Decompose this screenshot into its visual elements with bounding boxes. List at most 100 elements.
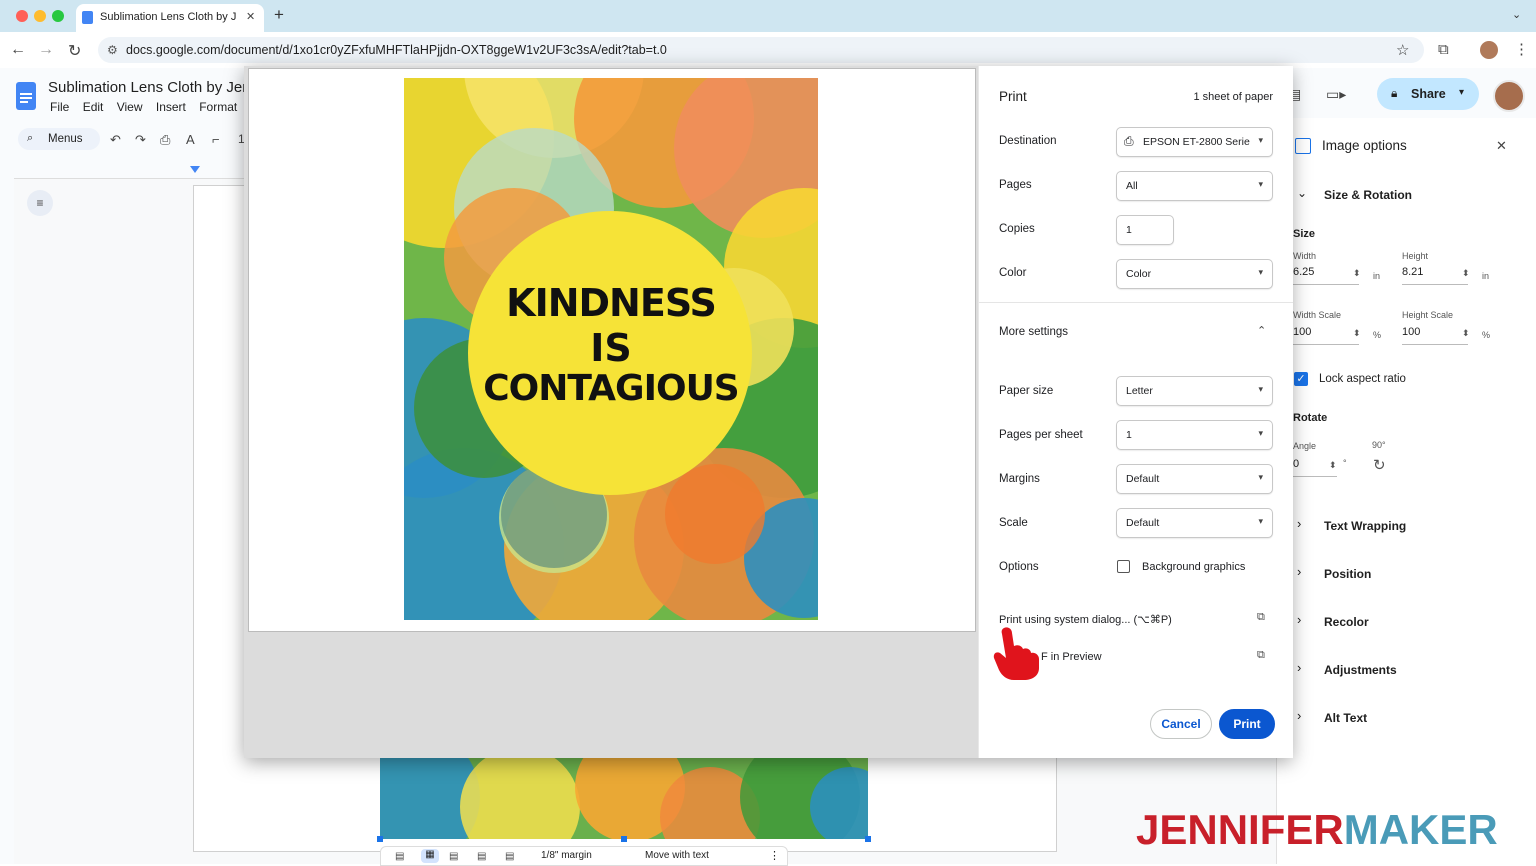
open-external-icon[interactable]: ⧉ <box>1257 611 1265 624</box>
menus-search[interactable]: ⌕ Menus <box>18 128 100 150</box>
position-dropdown[interactable]: Move with text <box>645 850 709 861</box>
height-scale-stepper-icon[interactable]: ⬍ <box>1462 328 1470 339</box>
browser-tab[interactable]: Sublimation Lens Cloth by Je ✕ <box>76 4 264 32</box>
minimize-window-button[interactable] <box>34 10 46 22</box>
copies-input[interactable]: 1 <box>1116 215 1174 245</box>
height-scale-input[interactable]: 100 <box>1402 326 1468 345</box>
spellcheck-icon[interactable]: A <box>186 132 195 147</box>
width-input[interactable]: 6.25 <box>1293 266 1359 285</box>
print-title: Print <box>999 89 1027 104</box>
site-info-icon[interactable]: ⚙ <box>107 43 118 57</box>
share-dropdown-icon[interactable]: ▾ <box>1459 87 1464 98</box>
break-text-icon[interactable]: ▤ <box>449 851 458 862</box>
chevron-right-icon[interactable]: › <box>1297 564 1301 579</box>
menu-format[interactable]: Format <box>199 100 237 114</box>
dropdown-caret-icon: ▾ <box>1258 384 1263 394</box>
bookmark-star-icon[interactable]: ☆ <box>1396 41 1409 59</box>
close-panel-icon[interactable]: ✕ <box>1496 138 1507 154</box>
menu-insert[interactable]: Insert <box>156 100 186 114</box>
dropdown-caret-icon: ▾ <box>1258 516 1263 526</box>
open-pdf-preview-link[interactable]: F in Preview <box>1041 651 1102 663</box>
tab-search-chevron-icon[interactable]: ⌄ <box>1512 8 1521 21</box>
section-position[interactable]: Position <box>1324 567 1371 581</box>
inline-icon[interactable]: ▤ <box>395 851 404 862</box>
width-scale-stepper-icon[interactable]: ⬍ <box>1353 328 1361 339</box>
height-stepper-icon[interactable]: ⬍ <box>1462 268 1470 279</box>
resize-handle[interactable] <box>377 836 383 842</box>
behind-text-icon[interactable]: ▤ <box>477 851 486 862</box>
maximize-window-button[interactable] <box>52 10 64 22</box>
extensions-puzzle-icon[interactable]: ⧉ <box>1438 41 1449 58</box>
wrap-text-icon[interactable]: ▦ <box>421 849 439 863</box>
chevron-right-icon[interactable]: › <box>1297 612 1301 627</box>
width-scale-input[interactable]: 100 <box>1293 326 1359 345</box>
open-external-icon[interactable]: ⧉ <box>1257 649 1265 662</box>
docs-logo-icon[interactable] <box>16 82 36 110</box>
angle-stepper-icon[interactable]: ⬍ <box>1329 460 1337 471</box>
lock-aspect-checkbox[interactable]: ✓ <box>1294 372 1308 386</box>
print-icon[interactable]: ⎙ <box>160 132 170 148</box>
width-scale-unit: % <box>1373 330 1382 340</box>
reload-icon[interactable]: ↻ <box>68 41 81 61</box>
section-text-wrapping[interactable]: Text Wrapping <box>1324 519 1406 533</box>
chevron-right-icon[interactable]: › <box>1297 660 1301 675</box>
section-recolor[interactable]: Recolor <box>1324 615 1369 629</box>
color-select[interactable]: Color ▾ <box>1116 259 1273 289</box>
back-arrow-icon[interactable]: ← <box>10 41 26 59</box>
share-button[interactable]: 🔒︎ Share ▾ <box>1377 78 1479 110</box>
new-tab-button[interactable]: + <box>274 5 284 25</box>
width-label: Width <box>1293 251 1317 261</box>
rotate-icon[interactable]: ↻ <box>1373 456 1386 474</box>
front-text-icon[interactable]: ▤ <box>505 851 514 862</box>
dropdown-caret-icon: ▾ <box>1258 135 1263 145</box>
chevron-right-icon[interactable]: › <box>1297 516 1301 531</box>
scale-select[interactable]: Default ▾ <box>1116 508 1273 538</box>
paper-size-select[interactable]: Letter ▾ <box>1116 376 1273 406</box>
address-bar[interactable]: ⚙ docs.google.com/document/d/1xo1cr0yZFx… <box>98 37 1424 63</box>
height-unit: in <box>1482 271 1490 281</box>
undo-icon[interactable]: ↶ <box>110 132 121 148</box>
pointer-hand-icon <box>993 627 1039 680</box>
chevron-right-icon[interactable]: › <box>1297 708 1301 723</box>
cancel-button[interactable]: Cancel <box>1150 709 1212 739</box>
indent-marker-icon[interactable] <box>190 166 200 173</box>
selected-image[interactable] <box>380 757 868 839</box>
section-adjustments[interactable]: Adjustments <box>1324 663 1397 677</box>
close-window-button[interactable] <box>16 10 28 22</box>
tab-close-icon[interactable]: ✕ <box>246 10 255 23</box>
size-rotation-header[interactable]: Size & Rotation <box>1324 188 1412 202</box>
forward-arrow-icon[interactable]: → <box>38 41 54 59</box>
resize-handle[interactable] <box>621 836 627 842</box>
pages-per-sheet-select[interactable]: 1 ▾ <box>1116 420 1273 450</box>
dropdown-caret-icon: ▾ <box>1258 472 1263 482</box>
chrome-menu-icon[interactable]: ⋮ <box>1514 40 1529 58</box>
height-input[interactable]: 8.21 <box>1402 266 1468 285</box>
outline-icon[interactable]: ≡ <box>27 190 53 216</box>
margins-select[interactable]: Default ▾ <box>1116 464 1273 494</box>
lock-aspect-label: Lock aspect ratio <box>1319 373 1406 385</box>
background-graphics-checkbox[interactable] <box>1117 560 1130 573</box>
chevron-up-icon[interactable]: ⌃ <box>1257 324 1266 337</box>
margin-dropdown[interactable]: 1/8" margin <box>541 850 592 861</box>
print-button[interactable]: Print <box>1219 709 1275 739</box>
redo-icon[interactable]: ↷ <box>135 132 146 148</box>
meet-video-icon[interactable]: ▭▸ <box>1326 86 1346 103</box>
pages-select[interactable]: All ▾ <box>1116 171 1273 201</box>
resize-handle[interactable] <box>865 836 871 842</box>
document-title[interactable]: Sublimation Lens Cloth by Jen <box>48 79 246 96</box>
chevron-down-icon[interactable]: ⌄ <box>1297 186 1307 200</box>
user-avatar[interactable] <box>1493 80 1525 112</box>
section-alt-text[interactable]: Alt Text <box>1324 711 1367 725</box>
more-options-icon[interactable]: ⋮ <box>769 849 780 862</box>
width-stepper-icon[interactable]: ⬍ <box>1353 268 1361 279</box>
more-settings-toggle[interactable]: More settings <box>999 326 1068 338</box>
profile-avatar[interactable] <box>1480 41 1498 59</box>
menu-edit[interactable]: Edit <box>83 100 104 114</box>
width-scale-value: 100 <box>1293 326 1312 338</box>
width-unit: in <box>1373 271 1381 281</box>
destination-select[interactable]: ⎙ EPSON ET-2800 Serie ▾ <box>1116 127 1273 157</box>
color-label: Color <box>999 267 1027 279</box>
menu-file[interactable]: File <box>50 100 69 114</box>
menu-view[interactable]: View <box>117 100 143 114</box>
paint-format-icon[interactable]: ⌐ <box>212 132 220 147</box>
